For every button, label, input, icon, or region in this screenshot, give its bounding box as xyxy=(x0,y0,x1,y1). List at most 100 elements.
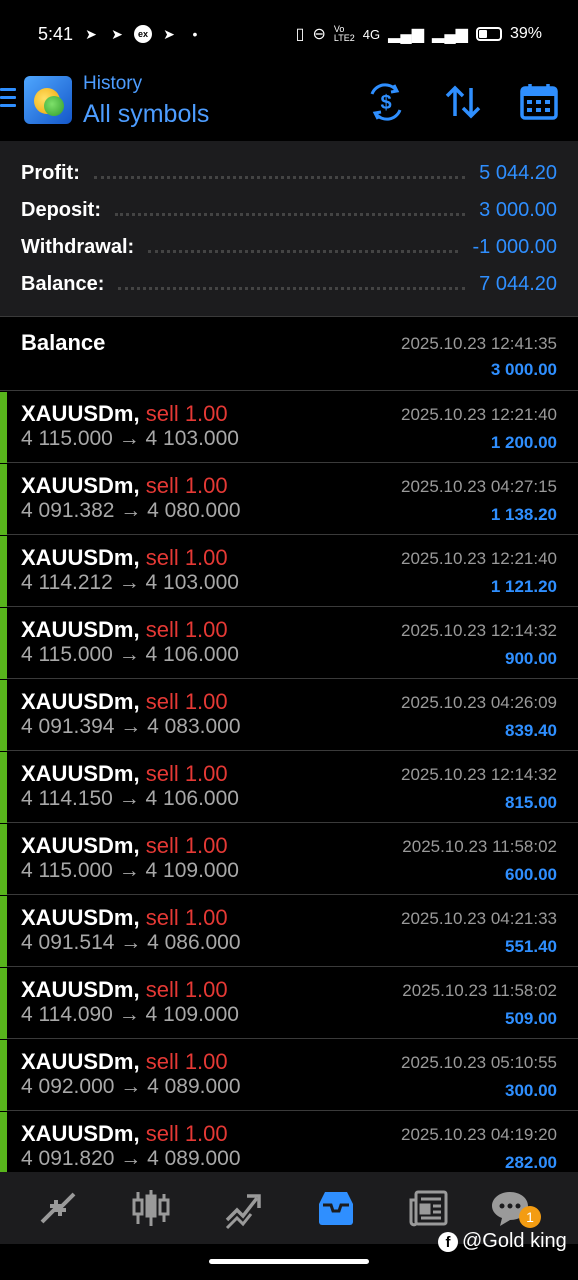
deal-header: XAUUSDm, sell 1.00 xyxy=(21,977,228,1003)
profit-indicator xyxy=(0,752,7,823)
profit-indicator xyxy=(0,464,7,535)
telegram-icon: ➤ xyxy=(111,26,123,42)
deal-row[interactable]: XAUUSDm, sell 1.00 4 091.514 → 4 086.000… xyxy=(0,895,578,967)
deal-symbol: XAUUSDm, xyxy=(21,545,140,570)
deal-symbol: XAUUSDm, xyxy=(21,977,140,1002)
app-header: History All symbols $ xyxy=(0,70,578,140)
signal-icon: ▂▄▆ xyxy=(432,26,468,43)
metatrader-logo xyxy=(24,76,72,124)
leader-dots xyxy=(115,212,466,216)
leader-dots xyxy=(148,249,459,253)
deal-prices: 4 115.000 → 4 106.000 xyxy=(21,643,239,666)
deal-time: 2025.10.23 05:10:55 xyxy=(401,1053,557,1072)
profit-indicator xyxy=(0,896,7,967)
deal-prices: 4 092.000 → 4 089.000 xyxy=(21,1075,241,1098)
battery-percent: 39% xyxy=(509,25,542,42)
deal-row[interactable]: XAUUSDm, sell 1.00 4 115.000 → 4 103.000… xyxy=(0,391,578,463)
deal-prices: 4 115.000 → 4 103.000 xyxy=(21,427,239,450)
svg-text:$: $ xyxy=(380,92,391,114)
news-icon[interactable] xyxy=(407,1186,451,1230)
network-type: 4G xyxy=(362,26,381,42)
deal-row[interactable]: XAUUSDm, sell 1.00 4 115.000 → 4 106.000… xyxy=(0,607,578,679)
deal-symbol: XAUUSDm, xyxy=(21,1121,140,1146)
operation-amount: 3 000.00 xyxy=(490,360,557,379)
deal-row[interactable]: XAUUSDm, sell 1.00 4 091.382 → 4 080.000… xyxy=(0,463,578,535)
leader-dots xyxy=(118,286,466,290)
deal-time: 2025.10.23 04:21:33 xyxy=(401,909,557,928)
status-bar: 5:41 ➤ ➤ ex ➤ • ▯ ⊖ Vo LTE2 4G ▂▄▆ ▂▄▆ 39… xyxy=(0,0,578,70)
deposit-value: 3 000.00 xyxy=(479,198,557,221)
sort-icon[interactable] xyxy=(443,82,483,122)
calendar-icon[interactable] xyxy=(519,82,559,122)
deal-symbol: XAUUSDm, xyxy=(21,689,140,714)
balance-operation[interactable]: Balance 2025.10.23 12:41:35 3 000.00 xyxy=(0,318,578,390)
menu-icon[interactable] xyxy=(0,88,16,112)
deal-time: 2025.10.23 12:14:32 xyxy=(401,621,557,640)
battery-icon xyxy=(475,27,502,41)
deal-row[interactable]: XAUUSDm, sell 1.00 4 114.090 → 4 109.000… xyxy=(0,967,578,1039)
deal-symbol: XAUUSDm, xyxy=(21,905,140,930)
deal-profit: 282.00 xyxy=(505,1153,557,1172)
symbol-filter[interactable]: All symbols xyxy=(83,100,209,129)
vibrate-icon: ▯ xyxy=(295,26,305,43)
notification-icons: ➤ ➤ ex ➤ • xyxy=(82,24,204,44)
dnd-icon: ⊖ xyxy=(312,26,326,43)
deal-prices: 4 091.394 → 4 083.000 xyxy=(21,715,241,738)
profit-indicator xyxy=(0,536,7,607)
deposit-withdraw-icon[interactable]: $ xyxy=(366,82,406,122)
facebook-icon: f xyxy=(438,1231,458,1252)
deal-profit: 815.00 xyxy=(505,793,557,812)
deal-type: sell 1.00 xyxy=(145,905,228,930)
chart-icon[interactable] xyxy=(129,1186,173,1230)
deal-type: sell 1.00 xyxy=(145,761,228,786)
leader-dots xyxy=(93,175,466,179)
deal-symbol: XAUUSDm, xyxy=(21,761,140,786)
profit-indicator xyxy=(0,1040,7,1111)
deal-type: sell 1.00 xyxy=(145,1121,228,1146)
deposit-row: Deposit: 3 000.00 xyxy=(21,195,557,225)
history-icon[interactable] xyxy=(314,1186,358,1230)
withdrawal-label: Withdrawal: xyxy=(21,235,135,258)
deal-profit: 839.40 xyxy=(505,721,557,740)
home-indicator[interactable] xyxy=(209,1259,369,1264)
dot-icon: • xyxy=(192,26,198,42)
quotes-icon[interactable] xyxy=(36,1186,80,1230)
withdrawal-row: Withdrawal: -1 000.00 xyxy=(21,232,557,262)
deal-profit: 900.00 xyxy=(505,649,557,668)
profit-indicator xyxy=(0,392,7,463)
deal-row[interactable]: XAUUSDm, sell 1.00 4 114.150 → 4 106.000… xyxy=(0,751,578,823)
deal-prices: 4 114.090 → 4 109.000 xyxy=(21,1003,239,1026)
watermark: f @Gold king xyxy=(438,1230,567,1253)
profit-indicator xyxy=(0,824,7,895)
deal-type: sell 1.00 xyxy=(145,401,228,426)
deal-profit: 300.00 xyxy=(505,1081,557,1100)
deal-row[interactable]: XAUUSDm, sell 1.00 4 092.000 → 4 089.000… xyxy=(0,1039,578,1111)
withdrawal-value: -1 000.00 xyxy=(472,235,557,258)
deal-header: XAUUSDm, sell 1.00 xyxy=(21,833,228,859)
deal-type: sell 1.00 xyxy=(145,617,228,642)
watermark-text: @Gold king xyxy=(462,1230,567,1252)
deal-row[interactable]: XAUUSDm, sell 1.00 4 115.000 → 4 109.000… xyxy=(0,823,578,895)
deal-row[interactable]: XAUUSDm, sell 1.00 4 091.394 → 4 083.000… xyxy=(0,679,578,751)
deal-header: XAUUSDm, sell 1.00 xyxy=(21,1049,228,1075)
deal-time: 2025.10.23 04:26:09 xyxy=(401,693,557,712)
deal-row[interactable]: XAUUSDm, sell 1.00 4 114.212 → 4 103.000… xyxy=(0,535,578,607)
divider xyxy=(0,316,578,317)
deal-symbol: XAUUSDm, xyxy=(21,1049,140,1074)
deal-profit: 551.40 xyxy=(505,937,557,956)
deal-prices: 4 091.820 → 4 089.000 xyxy=(21,1147,241,1170)
deal-header: XAUUSDm, sell 1.00 xyxy=(21,761,228,787)
balance-label: Balance: xyxy=(21,272,105,295)
deal-prices: 4 091.382 → 4 080.000 xyxy=(21,499,241,522)
deal-header: XAUUSDm, sell 1.00 xyxy=(21,617,228,643)
deal-symbol: XAUUSDm, xyxy=(21,401,140,426)
deal-prices: 4 114.212 → 4 103.000 xyxy=(21,571,239,594)
chat-badge: 1 xyxy=(519,1206,541,1228)
exness-icon: ex xyxy=(134,25,152,43)
trade-icon[interactable] xyxy=(221,1186,265,1230)
telegram-icon: ➤ xyxy=(85,26,97,42)
deal-type: sell 1.00 xyxy=(145,1049,228,1074)
balance-row: Balance: 7 044.20 xyxy=(21,269,557,299)
volte-icon: Vo LTE2 xyxy=(333,24,355,43)
deal-time: 2025.10.23 11:58:02 xyxy=(402,837,557,856)
